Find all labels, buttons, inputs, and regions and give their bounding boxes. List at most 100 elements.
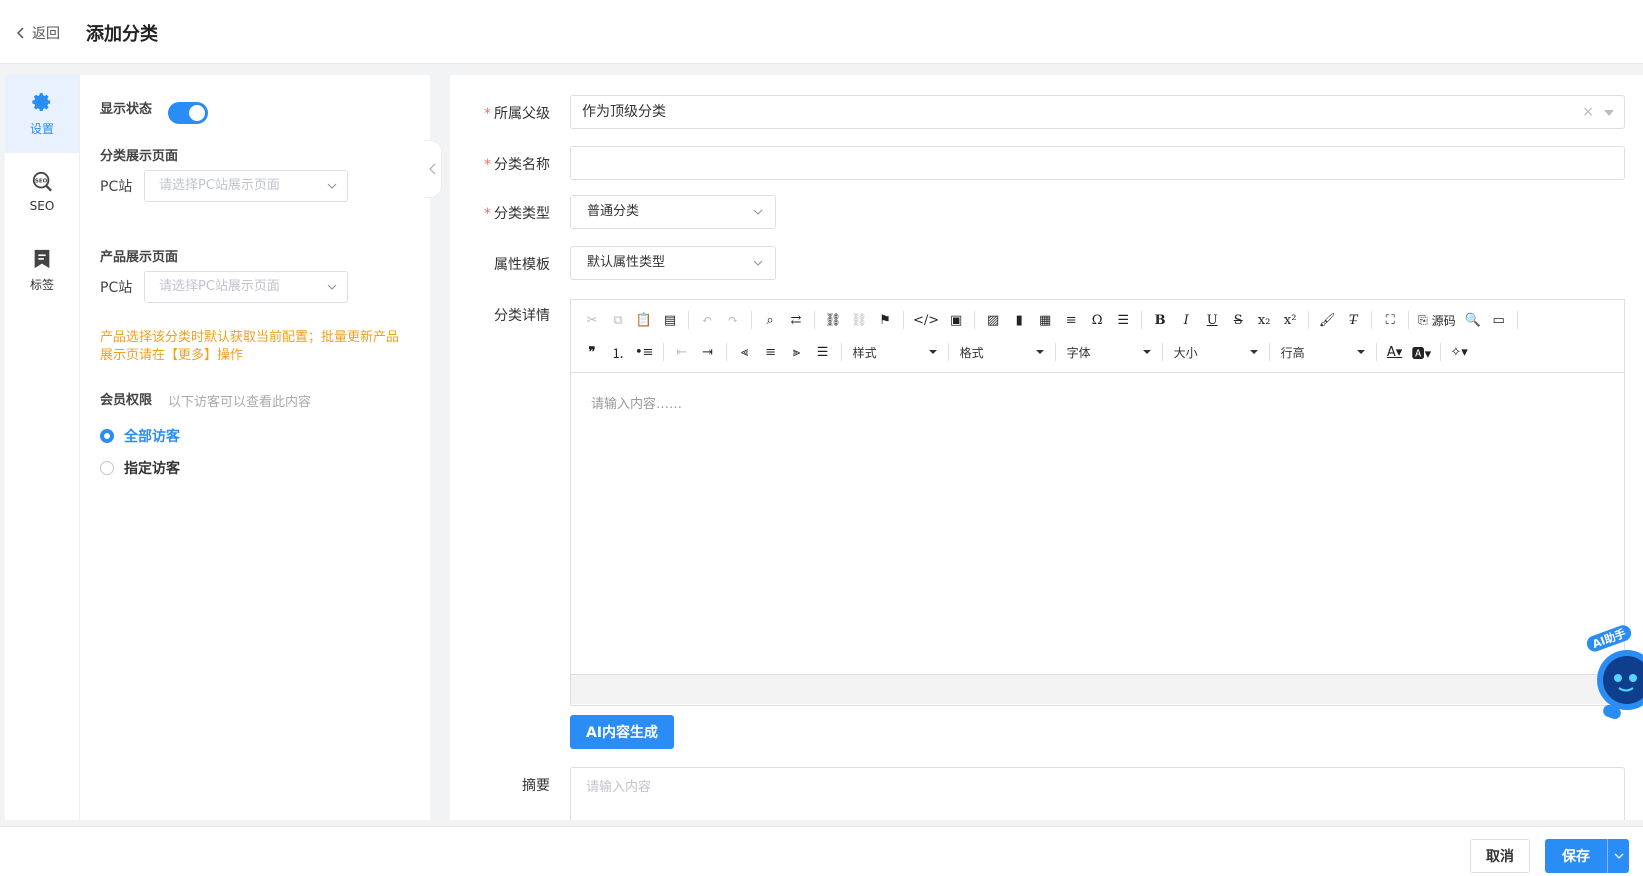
align-center-icon[interactable]: ≡ <box>760 341 782 363</box>
nav-item-settings[interactable]: 设置 <box>5 75 79 153</box>
nav-label-settings: 设置 <box>29 121 54 136</box>
replace-icon[interactable]: ⇄ <box>785 309 807 331</box>
italic-icon[interactable]: I <box>1175 309 1197 331</box>
display-status-toggle[interactable] <box>168 102 208 124</box>
strikethrough-icon[interactable]: S <box>1227 309 1249 331</box>
font-dropdown[interactable]: 字体 <box>1063 341 1155 363</box>
category-pc-page-placeholder: 请选择PC站展示页面 <box>159 178 280 193</box>
align-left-icon[interactable]: ⫷ <box>734 341 756 363</box>
name-label: * 分类名称 <box>484 154 550 174</box>
source-code-label: 源码 <box>1431 313 1456 328</box>
ai-assistant-widget[interactable]: AI助手 <box>1585 622 1643 730</box>
summary-textarea[interactable]: 请输入内容 <box>570 767 1625 820</box>
superscript-icon[interactable]: x² <box>1279 309 1301 331</box>
category-type-select[interactable]: 普通分类 <box>570 195 776 229</box>
size-dropdown[interactable]: 大小 <box>1170 341 1262 363</box>
fullscreen-icon[interactable]: ⛶ <box>1379 309 1401 331</box>
clear-format-icon[interactable]: T̶ <box>1342 309 1364 331</box>
radio-dot <box>100 461 114 475</box>
align-right-icon[interactable]: ⫸ <box>786 341 808 363</box>
template-icon[interactable]: ▭ <box>1488 309 1510 331</box>
editor-body[interactable]: 请输入内容…… <box>571 373 1624 674</box>
copy-icon[interactable]: ⧉ <box>607 309 629 331</box>
paste-text-icon[interactable]: ▤ <box>659 309 681 331</box>
detail-label: 分类详情 <box>494 305 550 325</box>
separator <box>1408 311 1410 329</box>
indent-icon[interactable]: ⇥ <box>697 341 719 363</box>
undo-icon[interactable]: ↶ <box>696 309 718 331</box>
pc-label-2: PC站 <box>100 280 133 296</box>
align-justify-icon[interactable]: ☰ <box>812 341 834 363</box>
detail-label-text: 分类详情 <box>494 308 550 324</box>
attribute-template-select[interactable]: 默认属性类型 <box>570 246 776 280</box>
caret-down-icon <box>1604 110 1614 116</box>
chevron-left-icon <box>16 27 24 39</box>
settings-panel: 显示状态 分类展示页面 PC站 请选择PC站展示页面 产品展示页面 PC站 请选… <box>80 75 430 820</box>
paste-icon[interactable]: 📋 <box>633 309 655 331</box>
category-name-input[interactable] <box>570 146 1625 180</box>
image-gallery-icon[interactable]: ▣ <box>945 309 967 331</box>
horizontal-rule-icon[interactable]: ≡ <box>1060 309 1082 331</box>
line-height-icon[interactable]: ☰ <box>1112 309 1134 331</box>
chevron-down-icon <box>327 183 337 189</box>
radio-specific-visitors[interactable]: 指定访客 <box>100 458 180 478</box>
separator <box>903 311 904 329</box>
background-color-icon[interactable]: 🅰▾ <box>1410 341 1434 363</box>
source-code-button[interactable]: ⎘ 源码 <box>1416 309 1457 331</box>
parent-select[interactable]: 作为顶级分类 × <box>570 95 1625 129</box>
ordered-list-icon[interactable]: ⒈ <box>607 341 629 363</box>
member-permission-hint: 以下访客可以查看此内容 <box>168 395 312 410</box>
unlink-icon[interactable]: ⛓ <box>848 309 870 331</box>
bold-icon[interactable]: B <box>1149 309 1171 331</box>
preview-icon[interactable]: 🔍 <box>1462 309 1484 331</box>
format-dropdown[interactable]: 格式 <box>956 341 1048 363</box>
separator <box>974 311 976 329</box>
style-dropdown[interactable]: 样式 <box>849 341 941 363</box>
category-pc-page-select[interactable]: 请选择PC站展示页面 <box>144 170 348 202</box>
nav-item-seo[interactable]: SEO SEO <box>5 153 79 231</box>
line-height-dropdown[interactable]: 行高 <box>1277 341 1369 363</box>
ai-generate-button[interactable]: AI内容生成 <box>570 715 674 749</box>
image-icon[interactable]: ▨ <box>982 309 1004 331</box>
blockquote-icon[interactable]: ❞ <box>581 341 603 363</box>
rich-text-editor: ✂ ⧉ 📋 ▤ ↶ ↷ ⌕ ⇄ ⛓ ⛓ ⚑ </> ▣ ▨ ▮ ▦ ≡ Ω ☰ … <box>570 299 1625 706</box>
separator <box>662 343 664 361</box>
back-button[interactable]: 返回 <box>16 23 60 43</box>
separator <box>1440 343 1442 361</box>
clear-icon[interactable]: × <box>1582 96 1594 128</box>
find-icon[interactable]: ⌕ <box>759 309 781 331</box>
product-pc-page-placeholder: 请选择PC站展示页面 <box>159 279 280 294</box>
separator <box>1375 343 1377 361</box>
cancel-button[interactable]: 取消 <box>1470 839 1530 873</box>
collapse-panel-button[interactable] <box>424 140 442 198</box>
product-page-notice: 产品选择该分类时默认获取当前配置；批量更新产品展示页请在【更多】操作 <box>100 330 400 363</box>
nav-item-tags[interactable]: 标签 <box>5 231 79 309</box>
redo-icon[interactable]: ↷ <box>722 309 744 331</box>
video-icon[interactable]: ▮ <box>1008 309 1030 331</box>
link-icon[interactable]: ⛓ <box>822 309 844 331</box>
format-painter-icon[interactable]: 🖌 <box>1316 309 1338 331</box>
outdent-icon[interactable]: ⇤ <box>671 341 693 363</box>
nav-label-seo: SEO <box>29 199 55 213</box>
separator <box>1054 343 1056 361</box>
nav-label-tags: 标签 <box>29 277 54 292</box>
product-pc-page-select[interactable]: 请选择PC站展示页面 <box>144 271 348 303</box>
anchor-flag-icon[interactable]: ⚑ <box>874 309 896 331</box>
source-code-icon: ⎘ <box>1418 312 1428 327</box>
back-label: 返回 <box>32 26 60 42</box>
table-icon[interactable]: ▦ <box>1034 309 1056 331</box>
special-char-icon[interactable]: Ω <box>1086 309 1108 331</box>
bullet-list-icon[interactable]: •≡ <box>633 341 656 363</box>
cut-icon[interactable]: ✂ <box>581 309 603 331</box>
code-icon[interactable]: </> <box>911 309 941 331</box>
chevron-down-icon <box>1614 853 1623 859</box>
save-button[interactable]: 保存 <box>1545 839 1629 873</box>
template-label-text: 属性模板 <box>494 257 550 273</box>
text-color-icon[interactable]: A▾ <box>1384 341 1406 363</box>
main-form: * 所属父级 作为顶级分类 × * 分类名称 * 分类类型 普通分类 属性模板 默认属… <box>450 75 1643 820</box>
radio-all-visitors[interactable]: 全部访客 <box>100 426 180 446</box>
underline-icon[interactable]: U <box>1201 309 1223 331</box>
save-options-dropdown[interactable] <box>1607 839 1629 873</box>
subscript-icon[interactable]: x₂ <box>1253 309 1275 331</box>
magic-wand-icon[interactable]: ✧▾ <box>1448 341 1470 363</box>
